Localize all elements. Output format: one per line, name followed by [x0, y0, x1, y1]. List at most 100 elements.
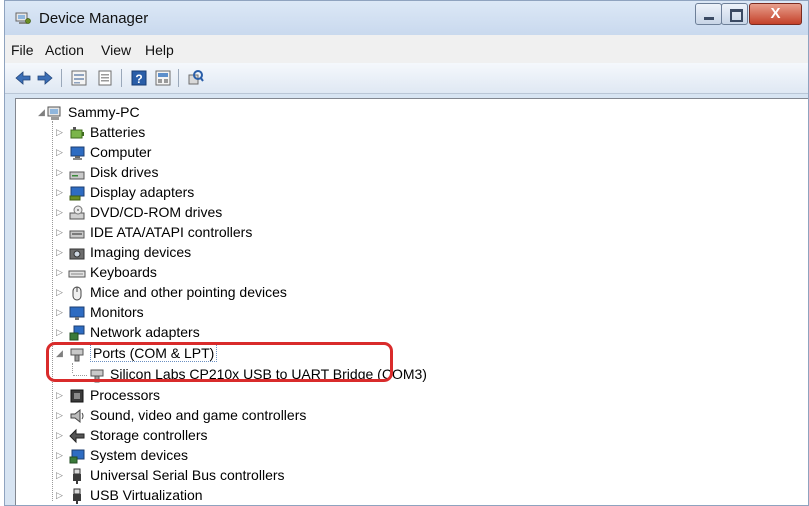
expand-arrow-icon[interactable]: ▷ — [56, 390, 63, 401]
usb-icon — [73, 468, 81, 484]
expand-arrow-icon[interactable]: ▷ — [56, 327, 63, 338]
expand-arrow-icon[interactable]: ▷ — [56, 430, 63, 441]
highlight-annotation — [46, 342, 393, 382]
tree-item-label: Storage controllers — [90, 427, 208, 443]
toolbar-separator — [121, 69, 122, 87]
processor-icon — [70, 389, 84, 403]
tree-item-label: Monitors — [90, 304, 144, 320]
tree-root-label: Sammy-PC — [68, 104, 140, 120]
toolbar-separator — [61, 69, 62, 87]
tree-item-disk-drives[interactable]: ▷ Disk drives — [16, 163, 416, 183]
tree-item-display-adapters[interactable]: ▷ Display adapters — [16, 183, 416, 203]
device-manager-window: Device Manager X File Action View Help ?… — [4, 0, 809, 506]
tree-item-batteries[interactable]: ▷ Batteries — [16, 123, 416, 143]
tree-item-label: Display adapters — [90, 184, 195, 200]
keyboard-icon — [68, 270, 86, 278]
tree-item-sound-video-game[interactable]: ▷ Sound, video and game controllers — [16, 406, 416, 426]
tree-item-system-devices[interactable]: ▷ System devices — [16, 446, 416, 466]
tree-item-label: System devices — [90, 447, 189, 463]
window-title: Device Manager — [39, 10, 149, 27]
menu-bar: File Action View Help — [5, 35, 808, 64]
expand-arrow-icon[interactable]: ▷ — [56, 127, 63, 138]
expand-arrow-icon[interactable]: ▷ — [56, 470, 63, 481]
disk-drive-icon — [69, 171, 85, 180]
storage-controller-icon — [69, 428, 85, 444]
tree-item-ide-controllers[interactable]: ▷ IDE ATA/ATAPI controllers — [16, 223, 416, 243]
expand-arrow-icon[interactable]: ▷ — [56, 227, 63, 238]
maximize-icon — [730, 9, 743, 22]
title-bar[interactable]: Device Manager X — [5, 1, 808, 35]
close-icon: X — [770, 5, 781, 22]
collapse-arrow-icon[interactable]: ◢ — [38, 107, 45, 118]
mouse-icon — [72, 286, 82, 301]
svg-text:?: ? — [135, 72, 142, 86]
network-adapter-icon — [69, 325, 85, 341]
tree-item-label: Keyboards — [90, 264, 157, 280]
ide-controller-icon — [69, 230, 85, 239]
tree-item-label: Batteries — [90, 124, 146, 140]
tree-item-label: Computer — [90, 144, 152, 160]
imaging-device-icon — [69, 248, 85, 260]
help-icon[interactable]: ? — [129, 68, 149, 88]
tree-item-label: IDE ATA/ATAPI controllers — [90, 224, 253, 240]
forward-arrow-icon[interactable] — [35, 68, 55, 88]
menu-file[interactable]: File — [11, 42, 34, 58]
toolbar-separator — [178, 69, 179, 87]
expand-arrow-icon[interactable]: ▷ — [56, 147, 63, 158]
show-hidden-icon[interactable] — [153, 68, 173, 88]
expand-arrow-icon[interactable]: ▷ — [56, 287, 63, 298]
tree-item-keyboards[interactable]: ▷ Keyboards — [16, 263, 416, 283]
expand-arrow-icon[interactable]: ▷ — [56, 307, 63, 318]
device-tree[interactable]: ◢ Sammy-PC ▷ Batteries ▷ Computer ▷ Disk… — [15, 98, 808, 505]
properties-icon[interactable] — [69, 68, 89, 88]
tree-item-label: Sound, video and game controllers — [90, 407, 307, 423]
speaker-icon — [70, 408, 84, 424]
tree-item-label: Mice and other pointing devices — [90, 284, 287, 300]
battery-icon — [70, 127, 84, 139]
monitor-icon — [69, 306, 85, 320]
expand-arrow-icon[interactable]: ▷ — [56, 247, 63, 258]
menu-help[interactable]: Help — [145, 42, 174, 58]
expand-arrow-icon[interactable]: ▷ — [56, 187, 63, 198]
expand-arrow-icon[interactable]: ▷ — [56, 410, 63, 421]
expand-arrow-icon[interactable]: ▷ — [56, 450, 63, 461]
tree-item-computer[interactable]: ▷ Computer — [16, 143, 416, 163]
tree-root-sammy-pc[interactable]: ◢ Sammy-PC — [16, 103, 416, 123]
tree-item-imaging-devices[interactable]: ▷ Imaging devices — [16, 243, 416, 263]
tree-item-monitors[interactable]: ▷ Monitors — [16, 303, 416, 323]
usb-icon — [73, 488, 81, 504]
expand-arrow-icon[interactable]: ▷ — [56, 490, 63, 501]
tree-item-label: Universal Serial Bus controllers — [90, 467, 285, 483]
tree-item-label: Processors — [90, 387, 161, 403]
tree-item-mice[interactable]: ▷ Mice and other pointing devices — [16, 283, 416, 303]
dvd-drive-icon — [69, 205, 85, 220]
device-manager-icon — [15, 12, 31, 24]
minimize-button[interactable] — [695, 3, 722, 25]
minimize-icon — [704, 17, 714, 20]
expand-arrow-icon[interactable]: ▷ — [56, 267, 63, 278]
tree-item-dvd-cd-rom-drives[interactable]: ▷ DVD/CD-ROM drives — [16, 203, 416, 223]
update-driver-icon[interactable] — [95, 68, 115, 88]
computer-monitor-icon — [70, 146, 85, 160]
tree-item-label: Imaging devices — [90, 244, 192, 260]
tree-item-label: DVD/CD-ROM drives — [90, 204, 223, 220]
system-device-icon — [69, 449, 85, 464]
tree-item-usb-controllers[interactable]: ▷ Universal Serial Bus controllers — [16, 466, 416, 486]
toolbar: ? — [5, 63, 808, 94]
maximize-button[interactable] — [721, 3, 748, 25]
tree-item-network-adapters[interactable]: ▷ Network adapters — [16, 323, 416, 343]
close-button[interactable]: X — [749, 3, 802, 25]
scan-hardware-icon[interactable] — [185, 68, 205, 88]
expand-arrow-icon[interactable]: ▷ — [56, 207, 63, 218]
tree-item-storage-controllers[interactable]: ▷ Storage controllers — [16, 426, 416, 446]
tree-item-processors[interactable]: ▷ Processors — [16, 386, 416, 406]
menu-view[interactable]: View — [101, 42, 131, 58]
back-arrow-icon[interactable] — [13, 68, 33, 88]
menu-action[interactable]: Action — [45, 42, 84, 58]
tree-item-label: Disk drives — [90, 164, 159, 180]
computer-icon — [47, 106, 61, 120]
tree-item-label: USB Virtualization — [90, 487, 203, 503]
display-adapter-icon — [69, 186, 85, 201]
tree-item-usb-virtualization[interactable]: ▷ USB Virtualization — [16, 486, 416, 506]
expand-arrow-icon[interactable]: ▷ — [56, 167, 63, 178]
